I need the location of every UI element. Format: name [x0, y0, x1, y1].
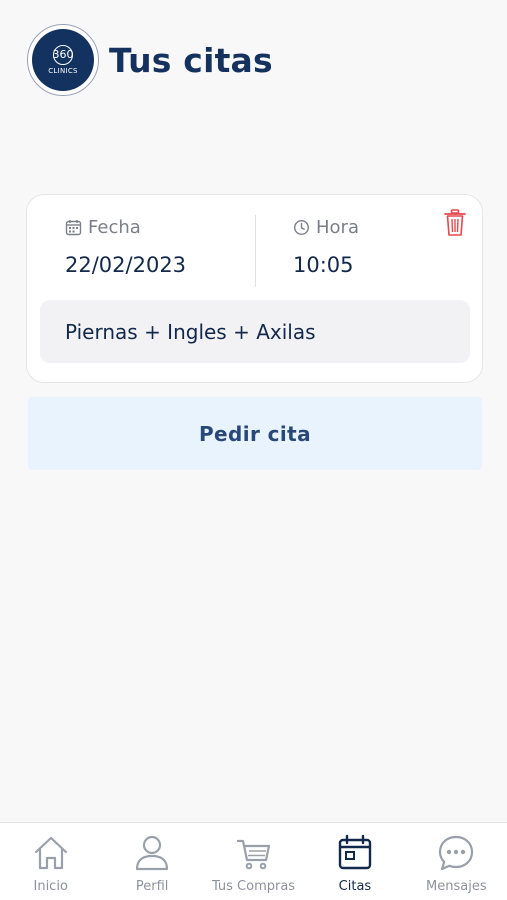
appointment-card: Fecha 22/02/2023 Hora 10:05 Piernas + In… — [26, 194, 483, 383]
trash-icon[interactable] — [444, 209, 466, 237]
date-column: Fecha 22/02/2023 — [65, 217, 186, 277]
time-column: Hora 10:05 — [293, 217, 359, 277]
time-label-row: Hora — [293, 217, 359, 238]
tab-citas[interactable]: Citas — [304, 823, 405, 900]
tab-label-inicio: Inicio — [33, 879, 68, 894]
cart-icon — [234, 833, 274, 873]
column-divider — [255, 215, 256, 287]
logo-clinics-text: CLINICS — [48, 67, 78, 75]
tab-label-citas: Citas — [338, 879, 372, 894]
user-icon — [132, 833, 172, 873]
date-value: 22/02/2023 — [65, 253, 187, 277]
calendar-small-icon — [65, 219, 82, 236]
tab-label-tus-compras: Tus Compras — [211, 879, 296, 894]
tab-perfil[interactable]: Perfil — [101, 823, 202, 900]
bottom-tab-bar: Inicio Perfil Tus Compras Citas Mensajes — [0, 822, 507, 900]
logo-360-text: 360 — [53, 45, 74, 65]
page-header: 360 CLINICS Tus citas — [27, 22, 273, 98]
request-appointment-button[interactable]: Pedir cita — [28, 397, 482, 470]
tab-label-perfil: Perfil — [135, 879, 169, 894]
tab-inicio[interactable]: Inicio — [0, 823, 101, 900]
tab-tus-compras[interactable]: Tus Compras — [203, 823, 304, 900]
time-label: Hora — [316, 217, 359, 238]
calendar-icon — [335, 833, 375, 873]
clinic-logo-badge: 360 CLINICS — [32, 29, 94, 91]
tab-mensajes[interactable]: Mensajes — [406, 823, 507, 900]
time-value: 10:05 — [293, 253, 354, 277]
date-label-row: Fecha — [65, 217, 186, 238]
page-title: Tus citas — [109, 40, 273, 80]
chat-icon — [436, 833, 476, 873]
tab-label-mensajes: Mensajes — [426, 879, 487, 894]
date-label: Fecha — [88, 217, 141, 238]
clock-icon — [293, 219, 310, 236]
home-icon — [31, 833, 71, 873]
clinic-logo: 360 CLINICS — [27, 24, 99, 96]
treatment-description: Piernas + Ingles + Axilas — [40, 300, 470, 363]
